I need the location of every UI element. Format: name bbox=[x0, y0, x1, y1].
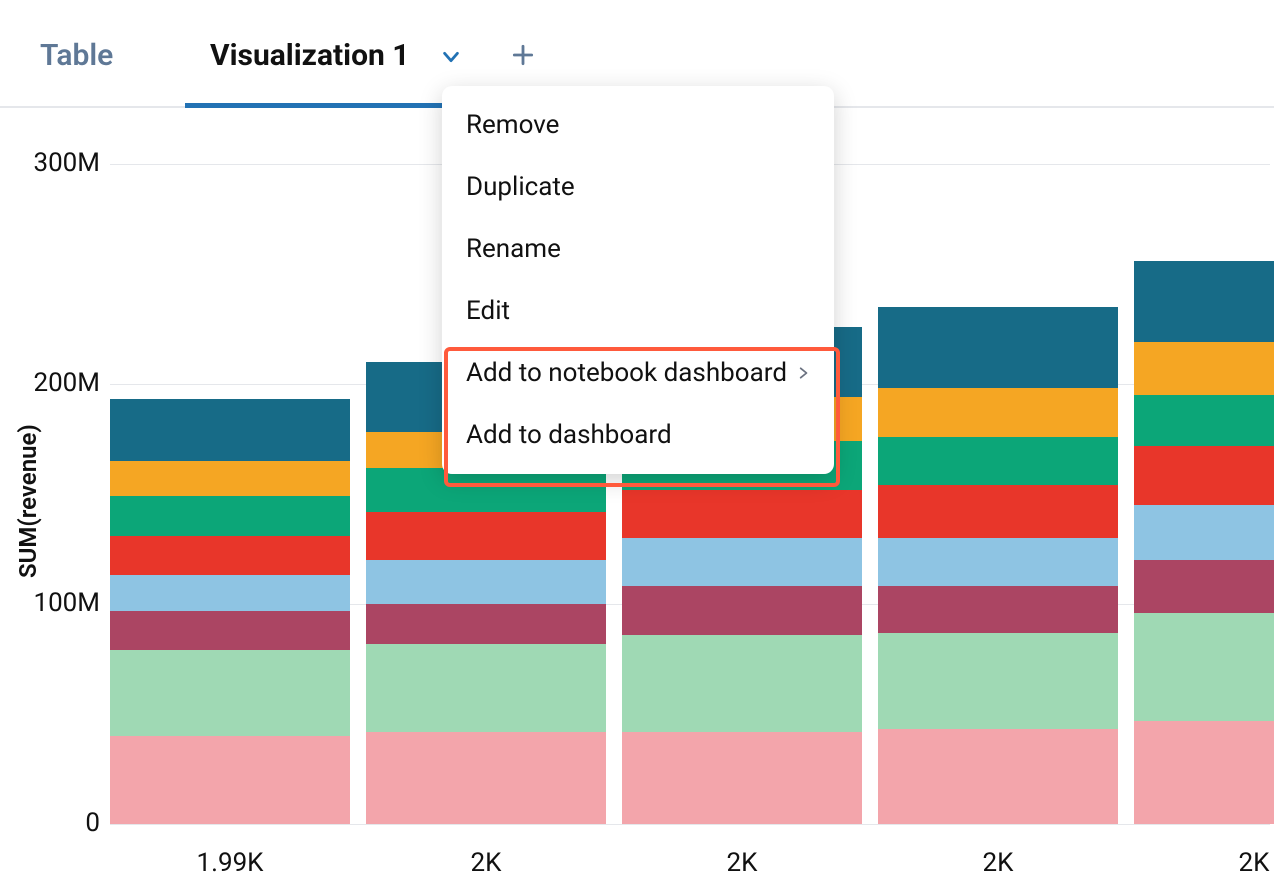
menu-item-rename[interactable]: Rename bbox=[442, 218, 834, 280]
bar-segment-red[interactable] bbox=[110, 536, 350, 576]
menu-item-add-to-notebook-dashboard[interactable]: Add to notebook dashboard bbox=[442, 342, 834, 404]
bar-segment-red[interactable] bbox=[1134, 446, 1274, 505]
bar-segment-green[interactable] bbox=[366, 468, 606, 512]
bar-segment-teal[interactable] bbox=[1134, 261, 1274, 342]
tab-visualization-1[interactable]: Visualization 1 bbox=[210, 38, 410, 73]
bar-segment-green[interactable] bbox=[1134, 395, 1274, 446]
bar-segment-orange[interactable] bbox=[878, 388, 1118, 436]
menu-item-label: Add to notebook dashboard bbox=[466, 358, 787, 388]
x-axis-tick-label: 1.99K bbox=[196, 848, 263, 878]
stacked-bar[interactable] bbox=[878, 307, 1118, 824]
bar-segment-skyblue[interactable] bbox=[366, 560, 606, 604]
chevron-right-icon bbox=[796, 364, 810, 382]
bar-segment-maroon[interactable] bbox=[878, 586, 1118, 632]
menu-item-duplicate[interactable]: Duplicate bbox=[442, 156, 834, 218]
bar-segment-mint[interactable] bbox=[878, 633, 1118, 730]
bar-segment-maroon[interactable] bbox=[622, 586, 862, 634]
tab-options-button[interactable] bbox=[440, 46, 462, 68]
menu-item-label: Duplicate bbox=[466, 172, 575, 202]
stacked-bar[interactable] bbox=[1134, 261, 1274, 824]
bar-segment-mint[interactable] bbox=[110, 650, 350, 736]
bar-segment-teal[interactable] bbox=[878, 307, 1118, 388]
y-axis-tick-label: 0 bbox=[10, 808, 100, 838]
bar-segment-red[interactable] bbox=[878, 485, 1118, 538]
bar-segment-maroon[interactable] bbox=[366, 604, 606, 644]
bar-segment-skyblue[interactable] bbox=[110, 575, 350, 610]
bar-segment-pink[interactable] bbox=[110, 736, 350, 824]
menu-item-label: Add to dashboard bbox=[466, 420, 672, 450]
y-axis-tick-label: 300M bbox=[10, 148, 100, 178]
menu-item-add-to-dashboard[interactable]: Add to dashboard bbox=[442, 404, 834, 466]
bar-segment-maroon[interactable] bbox=[1134, 560, 1274, 613]
y-axis-tick-label: 100M bbox=[10, 588, 100, 618]
x-axis-tick-label: 2K bbox=[471, 848, 502, 878]
menu-item-remove[interactable]: Remove bbox=[442, 94, 834, 156]
menu-item-label: Edit bbox=[466, 296, 510, 326]
bar-segment-red[interactable] bbox=[366, 512, 606, 560]
x-axis-tick-label: 2K bbox=[983, 848, 1014, 878]
bar-segment-skyblue[interactable] bbox=[622, 538, 862, 586]
bar-segment-pink[interactable] bbox=[878, 729, 1118, 824]
y-axis-label: SUM(revenue) bbox=[14, 424, 42, 578]
menu-item-label: Remove bbox=[466, 110, 559, 140]
menu-item-label: Rename bbox=[466, 234, 561, 264]
bar-segment-pink[interactable] bbox=[366, 732, 606, 824]
bar-segment-mint[interactable] bbox=[1134, 613, 1274, 721]
tab-options-menu: Remove Duplicate Rename Edit Add to note… bbox=[442, 86, 834, 474]
bar-segment-green[interactable] bbox=[110, 496, 350, 536]
bar-segment-mint[interactable] bbox=[366, 644, 606, 732]
bar-segment-pink[interactable] bbox=[1134, 721, 1274, 824]
bar-segment-orange[interactable] bbox=[110, 461, 350, 496]
chevron-down-icon bbox=[440, 46, 462, 68]
tab-table[interactable]: Table bbox=[40, 38, 113, 73]
y-gridline bbox=[110, 824, 1270, 825]
bar-segment-teal[interactable] bbox=[110, 399, 350, 461]
bar-segment-red[interactable] bbox=[622, 490, 862, 538]
stacked-bar[interactable] bbox=[110, 399, 350, 824]
add-tab-button[interactable] bbox=[510, 42, 536, 68]
bar-segment-maroon[interactable] bbox=[110, 611, 350, 651]
x-axis-tick-label: 2K bbox=[727, 848, 758, 878]
y-axis-tick-label: 200M bbox=[10, 368, 100, 398]
bar-segment-orange[interactable] bbox=[1134, 342, 1274, 395]
bar-segment-pink[interactable] bbox=[622, 732, 862, 824]
plus-icon bbox=[510, 42, 536, 68]
bar-segment-mint[interactable] bbox=[622, 635, 862, 732]
menu-item-edit[interactable]: Edit bbox=[442, 280, 834, 342]
bar-segment-skyblue[interactable] bbox=[1134, 505, 1274, 560]
bar-segment-green[interactable] bbox=[878, 437, 1118, 485]
x-axis-tick-label: 2K bbox=[1239, 848, 1270, 878]
bar-segment-skyblue[interactable] bbox=[878, 538, 1118, 586]
